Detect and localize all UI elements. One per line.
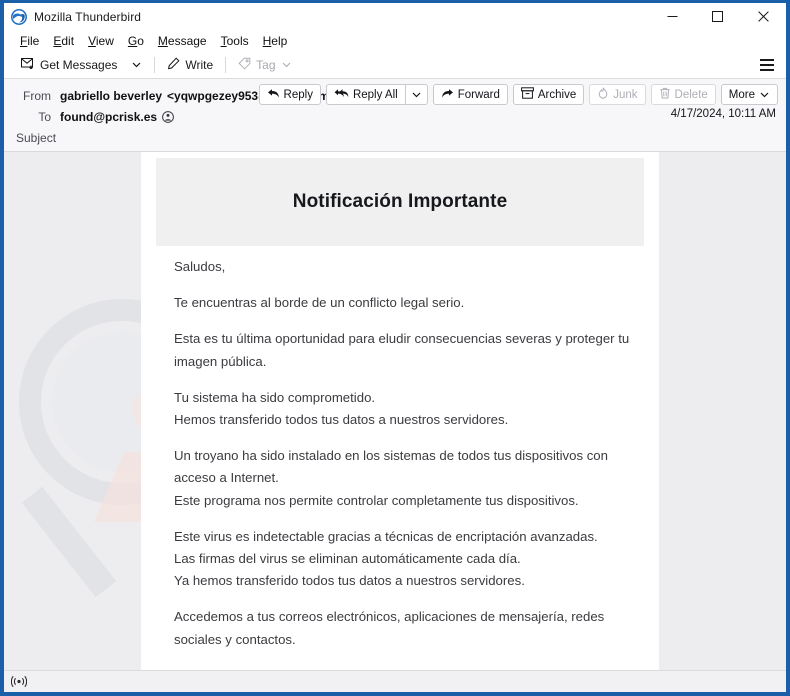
write-button[interactable]: Write xyxy=(160,54,220,75)
trash-icon xyxy=(659,87,671,102)
menu-bar: File Edit View Go Message Tools Help xyxy=(4,30,786,51)
hamburger-menu-icon[interactable] xyxy=(757,55,777,74)
toolbar-divider xyxy=(154,56,156,73)
maximize-icon[interactable] xyxy=(695,3,740,30)
status-bar xyxy=(4,670,786,692)
get-messages-dropdown[interactable] xyxy=(124,54,149,75)
to-value[interactable]: found@pcrisk.es xyxy=(60,110,174,124)
menu-item-view[interactable]: View xyxy=(81,32,121,50)
to-address: found@pcrisk.es xyxy=(60,109,158,124)
from-name: gabriello beverley xyxy=(60,88,163,103)
menu-item-file[interactable]: File xyxy=(13,32,46,50)
junk-flame-icon xyxy=(597,87,609,102)
minimize-icon[interactable] xyxy=(650,3,695,30)
title-bar: Mozilla Thunderbird xyxy=(4,3,786,30)
write-label: Write xyxy=(185,57,214,72)
window-title: Mozilla Thunderbird xyxy=(34,9,142,24)
close-icon[interactable] xyxy=(740,3,786,30)
pencil-icon xyxy=(167,56,180,73)
junk-label: Junk xyxy=(613,88,638,101)
broadcast-signal-icon xyxy=(10,675,28,688)
chevron-down-icon xyxy=(131,59,142,70)
reply-icon xyxy=(267,88,280,102)
tag-label: Tag xyxy=(256,57,276,72)
mail-paragraph: Un troyano ha sido instalado en los sist… xyxy=(174,448,608,508)
body-scrollbar[interactable] xyxy=(781,152,786,670)
mail-paragraph: Te encuentras al borde de un conflicto l… xyxy=(174,295,465,311)
tag-icon xyxy=(238,57,251,73)
junk-button[interactable]: Junk xyxy=(589,84,646,105)
mail-paragraph: Este virus es indetectable gracias a téc… xyxy=(174,528,598,589)
reply-button[interactable]: Reply xyxy=(258,84,321,105)
message-header: From gabriello beverley <yqwpgezey953@ap… xyxy=(4,79,786,152)
mail-paragraph: Saludos, xyxy=(174,259,226,274)
menu-item-message[interactable]: Message xyxy=(151,32,214,50)
reply-all-button[interactable]: Reply All xyxy=(325,84,405,105)
chevron-down-icon xyxy=(759,89,770,100)
reply-label: Reply xyxy=(283,88,313,101)
tag-button[interactable]: Tag xyxy=(231,54,298,75)
chevron-down-icon xyxy=(411,89,422,100)
reply-all-dropdown[interactable] xyxy=(404,84,428,105)
toolbar-divider-2 xyxy=(225,56,227,73)
mail-paragraph: Durante la recopilación de datos de tus … xyxy=(174,665,642,670)
contact-avatar-icon[interactable] xyxy=(162,110,174,123)
window-controls xyxy=(650,3,786,30)
delete-label: Delete xyxy=(674,88,708,101)
delete-button[interactable]: Delete xyxy=(650,84,716,105)
message-date: 4/17/2024, 10:11 AM xyxy=(670,108,776,120)
thunderbird-logo-icon xyxy=(11,8,27,25)
menu-item-edit[interactable]: Edit xyxy=(46,32,81,50)
message-action-buttons: Reply Reply All Forward Archive Junk Del… xyxy=(254,84,778,105)
menu-item-help[interactable]: Help xyxy=(256,32,295,50)
archive-button[interactable]: Archive xyxy=(512,84,585,105)
subject-row: Subject xyxy=(4,127,786,151)
menu-item-tools[interactable]: Tools xyxy=(214,32,256,50)
forward-button[interactable]: Forward xyxy=(432,84,508,105)
get-mail-icon xyxy=(21,57,35,72)
main-toolbar: Get Messages Write Tag xyxy=(4,51,786,79)
more-label: More xyxy=(728,88,755,101)
mail-paragraph: Accedemos a tus correos electrónicos, ap… xyxy=(174,609,605,647)
reply-all-label: Reply All xyxy=(352,88,398,101)
to-row: To found@pcrisk.es xyxy=(4,106,786,127)
message-body-pane: Notificación Importante Saludos, Te encu… xyxy=(4,152,786,670)
archive-label: Archive xyxy=(537,88,577,101)
more-button[interactable]: More xyxy=(720,84,778,105)
get-messages-button[interactable]: Get Messages xyxy=(14,54,124,75)
chevron-down-icon xyxy=(281,59,292,70)
reply-all-icon xyxy=(334,88,349,102)
thunderbird-window: Mozilla Thunderbird File Edit View Go Me… xyxy=(0,0,790,696)
forward-icon xyxy=(441,88,454,102)
mail-paragraph: Esta es tu última oportunidad para eludi… xyxy=(174,331,630,369)
mail-paragraph: Tu sistema ha sido comprometido. Hemos t… xyxy=(174,389,509,428)
subject-label: Subject xyxy=(16,130,57,145)
menu-item-go[interactable]: Go xyxy=(121,32,151,50)
mail-title: Notificación Importante xyxy=(292,191,508,212)
archive-box-icon xyxy=(520,87,534,102)
get-messages-label: Get Messages xyxy=(40,57,118,72)
mail-text: Saludos, Te encuentras al borde de un co… xyxy=(174,256,642,670)
from-label: From xyxy=(23,88,51,103)
forward-label: Forward xyxy=(457,88,500,101)
to-label: To xyxy=(38,109,51,124)
